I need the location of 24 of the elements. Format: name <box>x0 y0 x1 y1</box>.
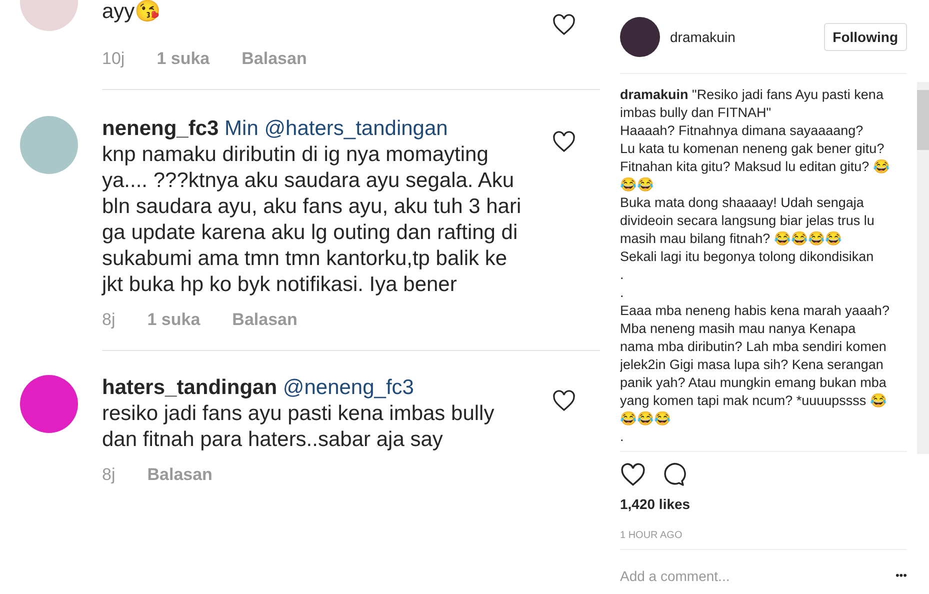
comment-time: 8j <box>102 310 116 330</box>
caption-text: dramakuin "Resiko jadi fans Ayu pasti kena imbas bully dan FITNAH" Haaaah? Fitnahnya dimana sayaaaang? Lu kata tu komenan neneng gak bener gitu? Fitnahan kita gitu? Maksud lu editan gitu? 😂😂😂 Buka mata dong shaaaay! Udah sengaja divideoin secara langsung biar jelas trus lu masih mau bilang fitnah? 😂😂😂😂 Sekali lagi itu begonya tolong dikondisikan . . Eaaa mba neneng habis kena marah yaaah? Mba neneng masih mau nanya Kenapa nama mba diributin? Lah mba sendiri komen jelek2in Gigi masa lupa sih? Kena serangan panik yah? Atau mungkin emang bukan mba yang komen tapi mak ncum? *uuuupssss 😂😂😂😂 . <box>620 86 890 446</box>
reply-link[interactable]: Balasan <box>147 465 212 485</box>
like-button[interactable] <box>552 130 578 154</box>
post-time: 1 HOUR AGO <box>620 530 907 550</box>
more-button[interactable]: ••• <box>895 570 907 582</box>
following-button[interactable]: Following <box>824 22 907 50</box>
like-button[interactable] <box>552 389 578 413</box>
comment-text: neneng_fc3 Min @haters_tandingan knp namaku diributin di ig nya momayting ya.... ???ktnya aku saudara ayu segala. Aku bln saudara ayu, aku fans ayu, aku tuh 3 hari ga update karena aku lg outing dan rafting di sukabumi ama tmn tmn kantorku,tp balik ke jkt buka hp ko byk notifikasi. Iya bener <box>102 116 522 298</box>
comment-text: haters_tandingan @neneng_fc3 resiko jadi fans ayu pasti kena imbas bully dan fitnah para haters..sabar aja say <box>102 375 496 453</box>
like-count[interactable]: 1 suka <box>147 310 200 330</box>
comment-time: 10j <box>102 49 125 69</box>
scrollbar[interactable] <box>917 82 929 454</box>
reply-link[interactable]: Balasan <box>242 49 307 69</box>
comment-time: 8j <box>102 465 116 485</box>
comment-icon[interactable] <box>662 462 688 486</box>
like-count[interactable]: 1 suka <box>156 49 210 69</box>
comment-text: ayy😘 <box>102 0 162 25</box>
username[interactable]: dramakuin <box>670 28 824 44</box>
like-button[interactable] <box>552 13 578 37</box>
like-button[interactable] <box>620 462 646 486</box>
avatar[interactable] <box>620 16 660 56</box>
like-count[interactable]: 1,420 likes <box>620 496 929 512</box>
reply-link[interactable]: Balasan <box>232 310 298 330</box>
